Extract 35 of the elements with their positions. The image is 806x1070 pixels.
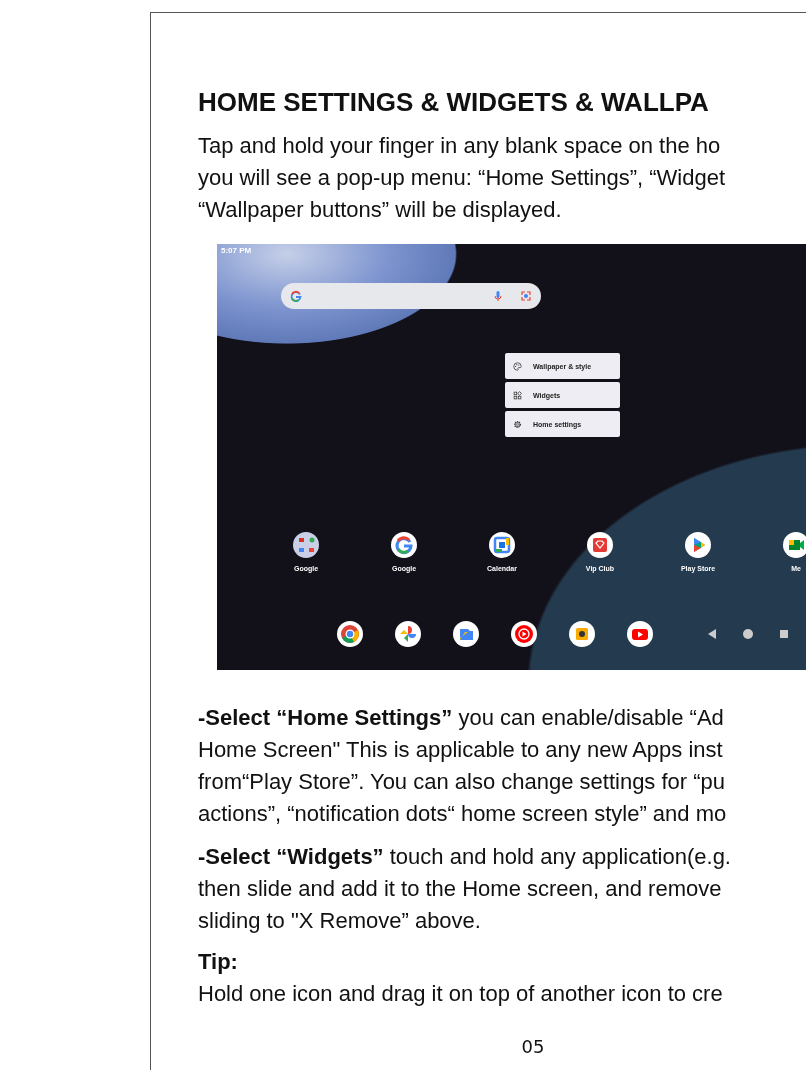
text-line: you will see a pop-up menu: “Home Settings”, “Widget [198, 164, 725, 192]
home-icon[interactable] [742, 628, 754, 640]
camera-lens-icon[interactable] [519, 289, 533, 303]
text-line: Tap and hold your finger in any blank space on the ho [198, 132, 721, 160]
text-line: -Select “Widgets” touch and hold any application(e.g. [198, 843, 731, 871]
text-line: then slide and add it to the Home screen, and remove [198, 875, 722, 903]
g-logo-icon[interactable] [391, 532, 417, 558]
text-line: -Select “Home Settings” you can enable/disable “Ad [198, 704, 724, 732]
text-line: “Wallpaper buttons” will be displayed. [198, 196, 562, 224]
section-heading: HOME SETTINGS & WIDGETS & WALLPA [198, 86, 709, 119]
speaker-icon[interactable] [569, 621, 595, 647]
folder-icon[interactable] [453, 621, 479, 647]
browser-icon[interactable] [337, 621, 363, 647]
tip-heading: Tip: [198, 948, 238, 976]
settings-icon [513, 419, 522, 429]
text-line: actions”, “notification dots“ home screen style” and mo [198, 800, 727, 828]
back-icon[interactable] [706, 628, 718, 640]
video-camera-icon[interactable] [783, 532, 806, 558]
pinwheel-icon[interactable] [395, 621, 421, 647]
text-line: from“Play Store”. You can also change settings for “pu [198, 768, 726, 796]
microphone-icon[interactable] [491, 289, 505, 303]
text-line: Hold one icon and drag it on top of another icon to cre [198, 980, 723, 1008]
calendar-icon[interactable] [489, 532, 515, 558]
video-play-icon[interactable] [627, 621, 653, 647]
g-logo-icon [289, 289, 303, 303]
text-line: Home Screen" This is applicable to any new Apps inst [198, 736, 723, 764]
status-time: 5:07 PM [221, 246, 252, 255]
recents-icon[interactable] [778, 628, 790, 640]
grid-icon [513, 390, 522, 400]
search-bar[interactable] [281, 283, 541, 309]
gem-icon[interactable] [587, 532, 613, 558]
music-play-icon[interactable] [511, 621, 537, 647]
page-number: 05 [521, 1036, 545, 1057]
text-line: sliding to "X Remove” above. [198, 907, 481, 935]
palette-icon [513, 361, 522, 371]
